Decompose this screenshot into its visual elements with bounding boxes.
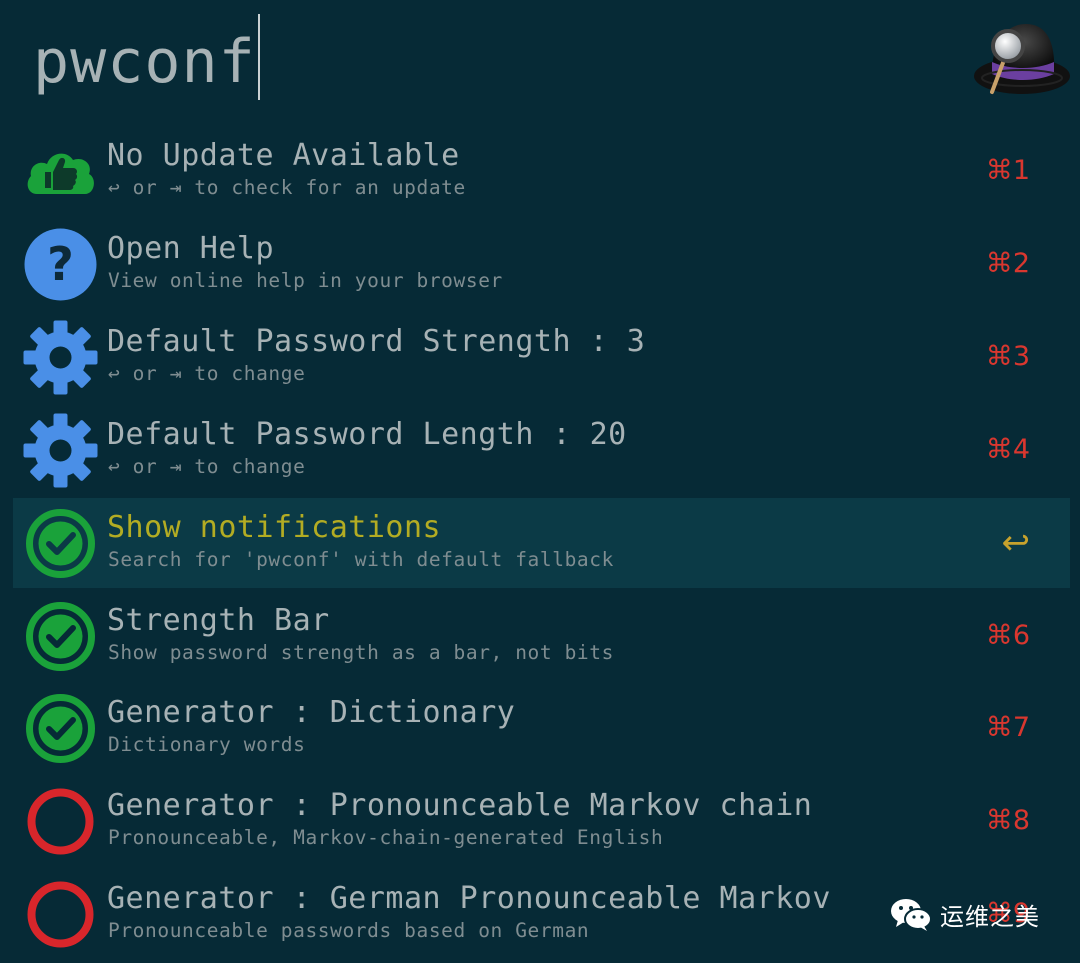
- help-icon: ?: [24, 228, 97, 301]
- result-subtitle: ↩ or ⇥ to check for an update: [108, 176, 466, 199]
- result-title: Strength Bar: [107, 603, 330, 638]
- search-query-text: pwconf: [33, 27, 256, 97]
- result-title: Default Password Strength : 3: [107, 324, 646, 359]
- thumbs-up-cloud-icon: [27, 153, 94, 194]
- checkmark-circle-icon: [26, 694, 95, 763]
- result-shortcut: ⌘6: [985, 620, 1030, 651]
- result-title: Generator : Dictionary: [107, 695, 516, 730]
- result-row[interactable]: Generator : Pronounceable Markov chain P…: [13, 776, 1070, 866]
- checkmark-circle-icon: [26, 602, 95, 671]
- search-input[interactable]: pwconf: [33, 14, 260, 102]
- result-title: No Update Available: [107, 138, 460, 173]
- gear-icon: [23, 320, 98, 395]
- result-shortcut: ⌘2: [985, 248, 1030, 279]
- alfred-hat-icon: [974, 24, 1070, 94]
- result-row[interactable]: Default Password Strength : 3 ↩ or ⇥ to …: [13, 312, 1070, 402]
- result-shortcut: ⌘7: [985, 712, 1030, 743]
- wechat-icon: [891, 899, 932, 931]
- svg-text:?: ?: [47, 237, 74, 291]
- result-subtitle: ↩ or ⇥ to change: [108, 455, 306, 478]
- result-subtitle: Pronounceable, Markov-chain-generated En…: [108, 826, 664, 849]
- result-subtitle: Dictionary words: [108, 733, 306, 756]
- result-shortcut: ⌘3: [985, 341, 1030, 372]
- result-title: Generator : German Pronounceable Markov: [107, 881, 831, 916]
- text-cursor: [257, 14, 260, 100]
- checkmark-circle-icon: [26, 509, 95, 578]
- result-subtitle: Search for 'pwconf' with default fallbac…: [108, 548, 614, 571]
- result-shortcut: ⌘8: [985, 805, 1030, 836]
- result-shortcut: ⌘1: [985, 155, 1030, 186]
- result-title: Show notifications: [107, 510, 442, 545]
- result-row[interactable]: ? Open Help View online help in your bro…: [13, 219, 1070, 309]
- watermark: 运维之美: [890, 892, 1040, 936]
- empty-circle-icon: [27, 788, 94, 855]
- result-shortcut: ⌘4: [985, 434, 1030, 465]
- result-row[interactable]: No Update Available ↩ or ⇥ to check for …: [13, 126, 1070, 216]
- result-title: Generator : Pronounceable Markov chain: [107, 788, 813, 823]
- gear-icon: [23, 413, 98, 488]
- result-row[interactable]: Strength Bar Show password strength as a…: [13, 591, 1070, 681]
- return-key-icon: ↩: [1001, 523, 1031, 563]
- result-row[interactable]: Default Password Length : 20 ↩ or ⇥ to c…: [13, 405, 1070, 495]
- result-subtitle: Show password strength as a bar, not bit…: [108, 641, 614, 664]
- result-subtitle: ↩ or ⇥ to change: [108, 362, 306, 385]
- result-subtitle: View online help in your browser: [108, 269, 503, 292]
- result-title: Default Password Length : 20: [107, 417, 627, 452]
- result-row-selected[interactable]: Show notifications Search for 'pwconf' w…: [13, 498, 1070, 588]
- search-bar[interactable]: pwconf: [0, 0, 1080, 118]
- empty-circle-icon: [27, 881, 94, 948]
- watermark-text: 运维之美: [940, 902, 1040, 931]
- result-row[interactable]: Generator : Dictionary Dictionary words …: [13, 683, 1070, 773]
- result-title: Open Help: [107, 231, 275, 266]
- result-subtitle: Pronounceable passwords based on German: [108, 919, 590, 942]
